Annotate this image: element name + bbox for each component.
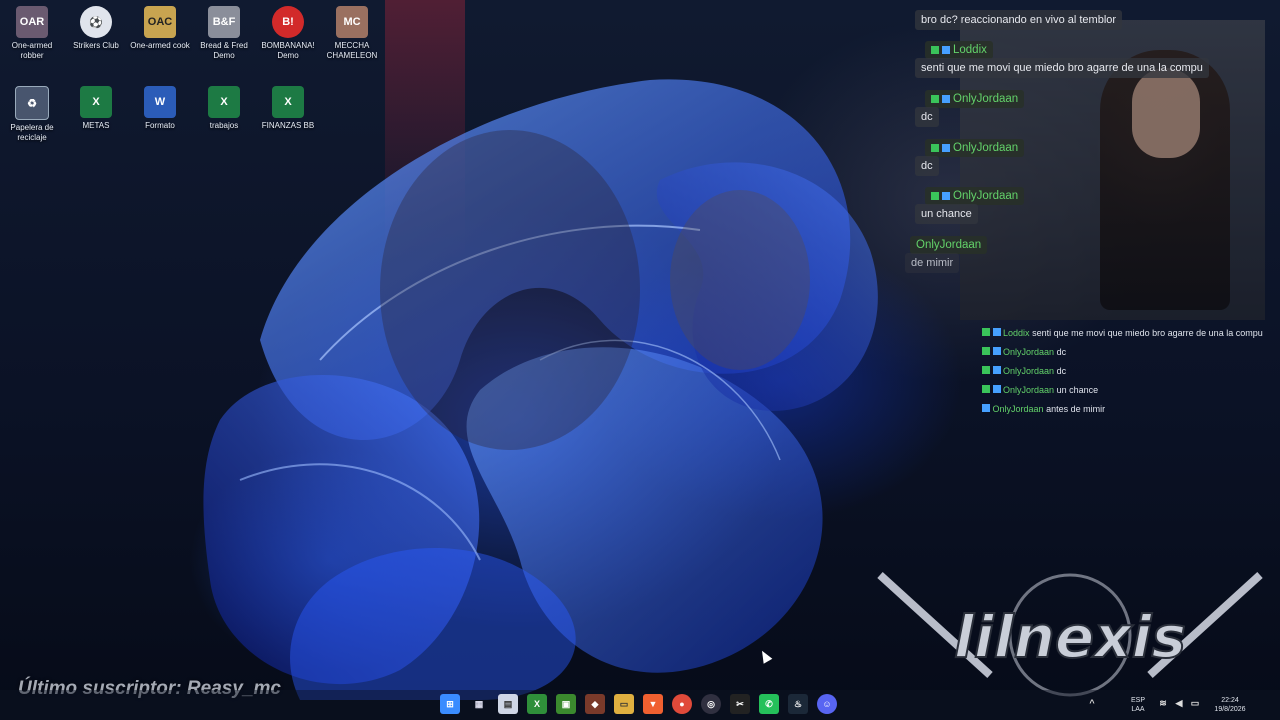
chat-log-line: OnlyJordaan dc [982,343,1272,362]
desktop-icon-label: BOMBANANA! Demo [261,41,315,60]
chat-message: un chance [915,204,978,224]
subscriber-badge-icon [942,144,950,152]
discord-icon[interactable]: ☺ [817,694,837,714]
desktop-icon-one-armed-robber[interactable]: OAR One-armed robber [0,6,64,61]
chat-message: dc [915,107,939,127]
wifi-icon[interactable]: ≋ [1156,696,1170,710]
shield-icon: ⚽ [80,6,112,38]
chevron-up-icon[interactable]: ^ [1085,696,1099,710]
desktop-icon-metas[interactable]: X METAS [64,86,128,131]
chat-message: senti que me movi que miedo bro agarre d… [915,58,1209,78]
notepad-icon[interactable]: ▤ [498,694,518,714]
subscriber-badge-icon [942,192,950,200]
desktop-icon-label: FINANZAS BB [261,121,315,130]
desktop-icon-formato[interactable]: W Formato [128,86,192,131]
moderator-badge-icon [931,192,939,200]
desktop-icon-one-armed-cook[interactable]: OAC One-armed cook [128,6,192,51]
windows-bloom-wallpaper [203,79,878,700]
desktop-icon-strikers-club[interactable]: ⚽ Strikers Club [64,6,128,51]
desktop-icon-label: One-armed cook [130,41,190,50]
steam-icon[interactable]: ♨ [788,694,808,714]
chat-message: bro dc? reaccionando en vivo al temblor [915,10,1123,30]
lilnexis-logo: lilnexis [877,572,1263,697]
word-icon: W [144,86,176,118]
subscriber-badge-icon [942,95,950,103]
desktop-icon-label: One-armed robber [11,41,53,60]
desktop-icon-finanzas-bb[interactable]: X FINANZAS BB [256,86,320,131]
game-icon: MC [336,6,368,38]
clock[interactable]: 22:24 19/8/2026 [1208,696,1252,714]
battery-icon[interactable]: ▭ [1188,696,1202,710]
chat-username: OnlyJordaan [910,236,988,254]
volume-icon[interactable]: ◀ [1172,696,1186,710]
minecraft-icon[interactable]: ▣ [556,694,576,714]
chat-log: Loddix senti que me movi que miedo bro a… [982,324,1272,419]
xbox-icon[interactable]: X [527,694,547,714]
chrome-icon[interactable]: ● [672,694,692,714]
brave-icon[interactable]: ▼ [643,694,663,714]
chat-message: de mimir [905,253,960,273]
desktop-icon-label: Strikers Club [73,41,119,50]
chat-log-line: OnlyJordaan dc [982,362,1272,381]
subscriber-badge-icon [942,46,950,54]
desktop-icon-label: Formato [145,121,175,130]
game-icon: OAR [16,6,48,38]
language-indicator[interactable]: ESP LAA [1126,696,1150,714]
chat-log-line: Loddix senti que me movi que miedo bro a… [982,324,1272,343]
game-icon: B! [272,6,304,38]
moderator-badge-icon [931,46,939,54]
chat-log-line: OnlyJordaan un chance [982,381,1272,400]
desktop-icon-bombanana[interactable]: B! BOMBANANA! Demo [256,6,320,61]
game-icon[interactable]: ◆ [585,694,605,714]
moderator-badge-icon [931,144,939,152]
desktop-icon-trabajos[interactable]: X trabajos [192,86,256,131]
excel-icon: X [80,86,112,118]
start-icon[interactable]: ⊞ [440,694,460,714]
desktop-icon-label: trabajos [209,121,239,130]
desktop-icon-label: METAS [82,121,110,130]
task-view-icon[interactable]: ▦ [469,694,489,714]
moderator-badge-icon [931,95,939,103]
game-icon: B&F [208,6,240,38]
desktop-icon-label: Bread & Fred Demo [200,41,248,60]
desktop-icon-label: MECCHA CHAMELEON [326,41,378,60]
chat-username: OnlyJordaan [925,187,1025,205]
desktop-icon-bread-fred[interactable]: B&F Bread & Fred Demo [192,6,256,61]
chat-username: OnlyJordaan [925,139,1025,157]
svg-text:lilnexis: lilnexis [954,603,1186,671]
chat-log-line: OnlyJordaan antes de mimir [982,400,1272,419]
desktop-icon-label: Papelera de reciclaje [10,123,54,142]
desktop-icon-recycle-bin[interactable]: ♻ Papelera de reciclaje [0,86,64,143]
excel-icon: X [208,86,240,118]
excel-icon: X [272,86,304,118]
desktop-icon-meccha-chameleon[interactable]: MC MECCHA CHAMELEON [320,6,384,61]
game-icon: OAC [144,6,176,38]
obs-icon[interactable]: ◎ [701,694,721,714]
recycle-bin-icon: ♻ [15,86,49,120]
chat-username: OnlyJordaan [925,90,1025,108]
chat-username: Loddix [925,41,993,59]
capcut-icon[interactable]: ✂ [730,694,750,714]
chat-message: dc [915,156,939,176]
file-explorer-icon[interactable]: ▭ [614,694,634,714]
whatsapp-icon[interactable]: ✆ [759,694,779,714]
